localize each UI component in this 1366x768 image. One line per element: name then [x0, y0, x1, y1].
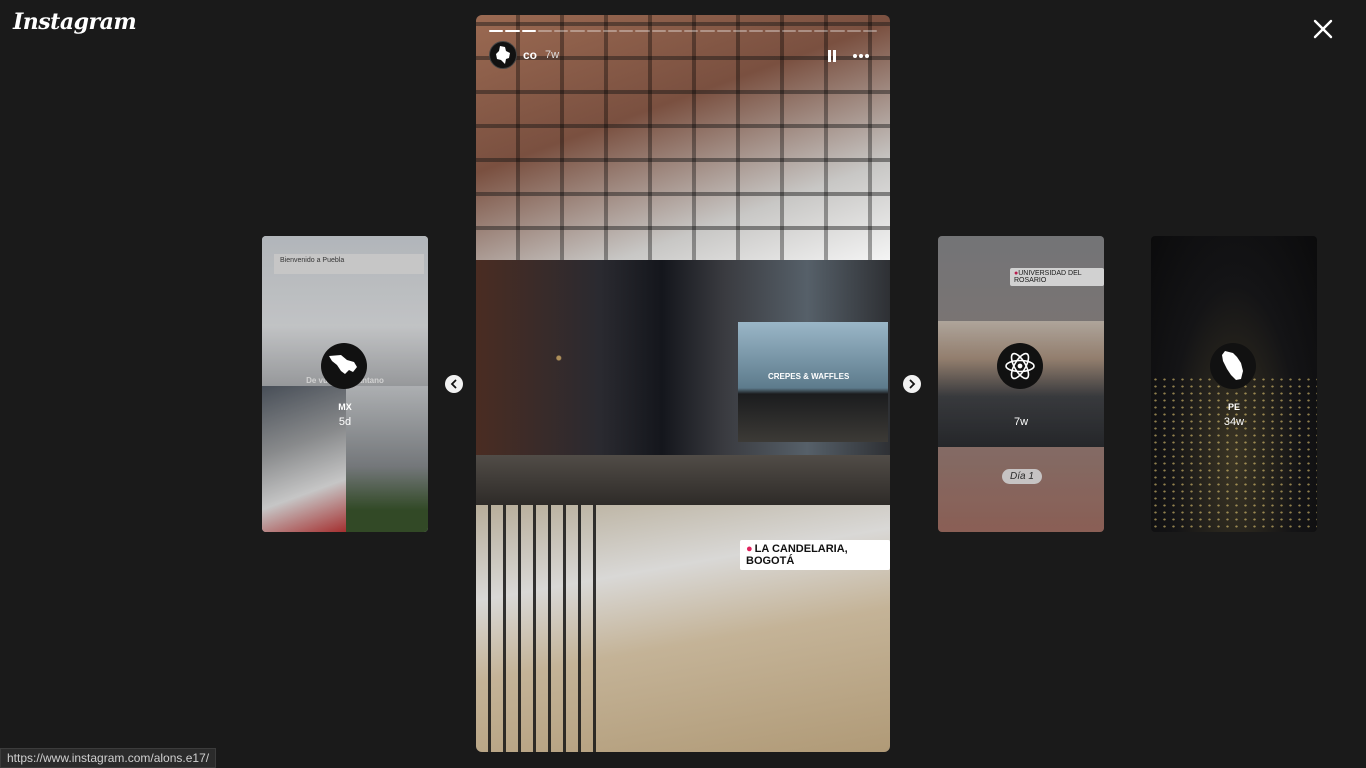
story-progress-segment [797, 30, 812, 32]
story-progress-segment [586, 30, 601, 32]
story-timestamp: 7w [545, 49, 560, 61]
chevron-right-icon [909, 379, 916, 389]
pause-button[interactable] [822, 46, 842, 66]
story-progress-segment [749, 30, 764, 32]
story-username: MX [338, 402, 352, 412]
atom-icon [1005, 352, 1035, 380]
close-button[interactable] [1310, 16, 1336, 42]
story-photo-capitol: ● LA CANDELARIA, BOGOTÁ [476, 505, 890, 752]
story-shop-sign: CREPES & WAFFLES [768, 372, 850, 381]
story-photo-floor [476, 455, 890, 505]
story-progress-segment [684, 30, 699, 32]
story-progress-segment [602, 30, 617, 32]
avatar[interactable] [489, 41, 517, 69]
previous-story-button[interactable] [445, 375, 463, 393]
story-progress-segment [537, 30, 552, 32]
location-pin-icon: ● [746, 543, 753, 555]
avatar [1210, 343, 1256, 389]
story-progress-segment [651, 30, 666, 32]
next-story-button[interactable] [903, 375, 921, 393]
story-progress-segment [489, 30, 504, 32]
active-story[interactable]: CREPES & WAFFLES ● LA CANDELARIA, BOGOTÁ … [476, 15, 890, 752]
story-progress-segment [700, 30, 715, 32]
story-progress-bar [489, 30, 877, 32]
avatar [321, 343, 367, 389]
story-photo-plaza: CREPES & WAFFLES [476, 260, 890, 505]
location-sticker-label: LA CANDELARIA, BOGOTÁ [746, 543, 848, 567]
story-progress-segment [635, 30, 650, 32]
story-progress-segment [554, 30, 569, 32]
story-card-pe[interactable]: PE 34w [1151, 236, 1317, 532]
story-progress-segment [732, 30, 747, 32]
story-timestamp: 5d [338, 416, 352, 428]
close-icon [1313, 19, 1333, 39]
story-progress-segment [667, 30, 682, 32]
story-username[interactable]: co [523, 48, 537, 62]
story-progress-segment [521, 30, 536, 32]
story-progress-segment [619, 30, 634, 32]
story-progress-segment [765, 30, 780, 32]
chevron-left-icon [450, 379, 457, 389]
story-timestamp: 34w [1223, 416, 1245, 428]
status-bar-url: https://www.instagram.com/alons.e17/ [0, 748, 217, 768]
instagram-logo[interactable]: Instagram [13, 9, 137, 35]
story-header: co 7w [489, 41, 559, 69]
story-progress-segment [862, 30, 877, 32]
scrollbar[interactable] [1350, 0, 1366, 768]
story-thumb-city-lights [1151, 376, 1317, 532]
peru-map-icon [1222, 351, 1243, 380]
story-photo-fence [476, 505, 596, 752]
story-progress-segment [570, 30, 585, 32]
pause-icon [828, 50, 836, 62]
story-progress-segment [814, 30, 829, 32]
colombia-map-icon [496, 46, 510, 64]
more-options-button[interactable] [851, 46, 871, 66]
story-card-atom[interactable]: ●UNIVERSIDAD DEL ROSARIO Día 1 7w [938, 236, 1104, 532]
location-sticker[interactable]: ● LA CANDELARIA, BOGOTÁ [740, 540, 890, 570]
story-progress-segment [716, 30, 731, 32]
mexico-map-icon [329, 355, 357, 374]
more-horizontal-icon [853, 54, 869, 58]
story-timestamp: 7w [1013, 416, 1029, 428]
story-progress-segment [846, 30, 861, 32]
story-progress-segment [830, 30, 845, 32]
avatar [997, 343, 1043, 389]
story-progress-segment [505, 30, 520, 32]
story-progress-segment [781, 30, 796, 32]
story-photo-shopfront [738, 322, 888, 442]
story-card-mx[interactable]: Bienvenido a Puebla De vuelta al pantano… [262, 236, 428, 532]
story-username: PE [1227, 402, 1240, 412]
